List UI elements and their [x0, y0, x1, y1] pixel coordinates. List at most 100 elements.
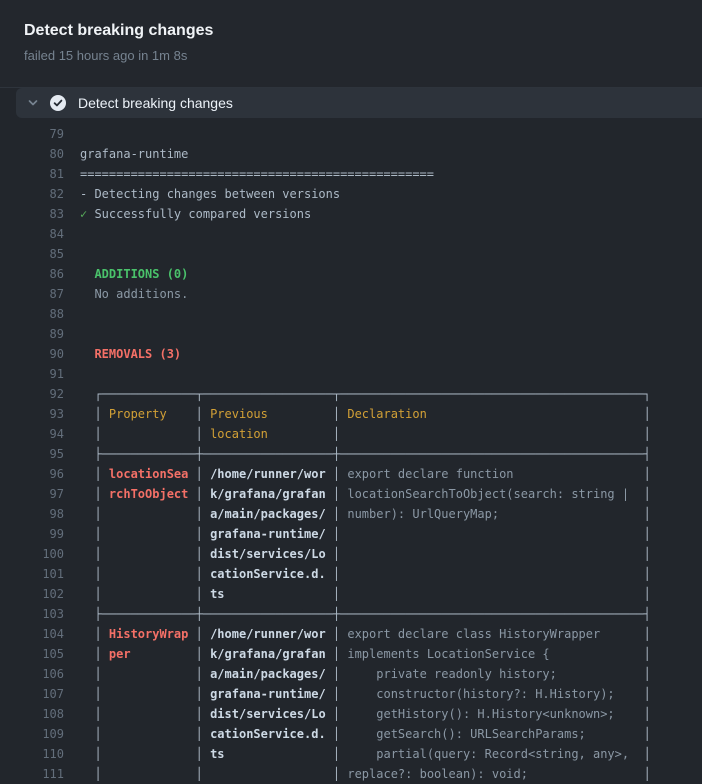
line-content: │ per │ k/grafana/grafan │ implements Lo… — [80, 644, 651, 664]
step-header[interactable]: Detect breaking changes — [16, 88, 702, 118]
line-content: ├─────────────┼──────────────────┼──────… — [80, 444, 651, 464]
log-line: 89 — [16, 324, 702, 344]
line-number[interactable]: 101 — [16, 564, 64, 584]
line-number[interactable]: 99 — [16, 524, 64, 544]
log-line: 79 — [16, 124, 702, 144]
line-number[interactable]: 83 — [16, 204, 64, 224]
log-line: 110 │ │ ts │ partial(query: Record<strin… — [16, 744, 702, 764]
line-content: No additions. — [80, 284, 188, 304]
line-number[interactable]: 105 — [16, 644, 64, 664]
line-number[interactable]: 106 — [16, 664, 64, 684]
log-line: 82 - Detecting changes between versions — [16, 184, 702, 204]
log-line: 95 ├─────────────┼──────────────────┼───… — [16, 444, 702, 464]
line-content: │ │ grafana-runtime/ │ │ — [80, 524, 651, 544]
line-number[interactable]: 97 — [16, 484, 64, 504]
line-content: │ │ │ replace?: boolean): void; │ — [80, 764, 651, 784]
line-content: │ │ dist/services/Lo │ │ — [80, 544, 651, 564]
line-content: │ │ location │ │ — [80, 424, 651, 444]
line-content: ✓ Successfully compared versions — [80, 204, 311, 224]
line-number[interactable]: 98 — [16, 504, 64, 524]
line-number[interactable]: 102 — [16, 584, 64, 604]
line-number[interactable]: 89 — [16, 324, 64, 344]
line-number[interactable]: 109 — [16, 724, 64, 744]
line-content: │ locationSea │ /home/runner/wor │ expor… — [80, 464, 651, 484]
log-viewer: 7980 grafana-runtime 81 ===================… — [0, 118, 702, 784]
log-line: 81 ======================================… — [16, 164, 702, 184]
line-number[interactable]: 90 — [16, 344, 64, 364]
log-line: 84 — [16, 224, 702, 244]
log-line: 93 │ Property │ Previous │ Declaration │ — [16, 404, 702, 424]
check-circle-icon — [50, 95, 66, 111]
line-content: REMOVALS (3) — [80, 344, 181, 364]
line-number[interactable]: 86 — [16, 264, 64, 284]
log-line: 99 │ │ grafana-runtime/ │ │ — [16, 524, 702, 544]
line-content: │ Property │ Previous │ Declaration │ — [80, 404, 651, 424]
job-header: Detect breaking changes failed 15 hours … — [0, 0, 702, 88]
line-content: │ rchToObject │ k/grafana/grafan │ locat… — [80, 484, 651, 504]
log-line: 85 — [16, 244, 702, 264]
line-number[interactable]: 93 — [16, 404, 64, 424]
line-number[interactable]: 95 — [16, 444, 64, 464]
line-number[interactable]: 91 — [16, 364, 64, 384]
line-number[interactable]: 79 — [16, 124, 64, 144]
log-line: 88 — [16, 304, 702, 324]
line-number[interactable]: 88 — [16, 304, 64, 324]
line-number[interactable]: 110 — [16, 744, 64, 764]
log-line: 86 ADDITIONS (0) — [16, 264, 702, 284]
log-line: 103 ├─────────────┼──────────────────┼──… — [16, 604, 702, 624]
line-number[interactable]: 103 — [16, 604, 64, 624]
log-line: 100 │ │ dist/services/Lo │ │ — [16, 544, 702, 564]
line-number[interactable]: 94 — [16, 424, 64, 444]
line-content: │ │ cationService.d. │ │ — [80, 564, 651, 584]
job-status-line: failed 15 hours ago in 1m 8s — [24, 48, 678, 64]
log-line: 94 │ │ location │ │ — [16, 424, 702, 444]
line-number[interactable]: 92 — [16, 384, 64, 404]
log-line: 109 │ │ cationService.d. │ getSearch(): … — [16, 724, 702, 744]
line-number[interactable]: 107 — [16, 684, 64, 704]
line-content: ├─────────────┼──────────────────┼──────… — [80, 604, 651, 624]
line-number[interactable]: 108 — [16, 704, 64, 724]
log-line: 96 │ locationSea │ /home/runner/wor │ ex… — [16, 464, 702, 484]
line-number[interactable]: 87 — [16, 284, 64, 304]
line-content: grafana-runtime — [80, 144, 188, 164]
line-number[interactable]: 111 — [16, 764, 64, 784]
line-content: │ │ ts │ │ — [80, 584, 651, 604]
line-number[interactable]: 81 — [16, 164, 64, 184]
line-number[interactable]: 84 — [16, 224, 64, 244]
line-content: │ HistoryWrap │ /home/runner/wor │ expor… — [80, 624, 651, 644]
log-line: 80 grafana-runtime — [16, 144, 702, 164]
log-line: 91 — [16, 364, 702, 384]
log-line: 107 │ │ grafana-runtime/ │ constructor(h… — [16, 684, 702, 704]
log-line: 101 │ │ cationService.d. │ │ — [16, 564, 702, 584]
line-number[interactable]: 82 — [16, 184, 64, 204]
log-line: 98 │ │ a/main/packages/ │ number): UrlQu… — [16, 504, 702, 524]
line-content: │ │ ts │ partial(query: Record<string, a… — [80, 744, 651, 764]
log-line: 97 │ rchToObject │ k/grafana/grafan │ lo… — [16, 484, 702, 504]
line-content: ┌─────────────┬──────────────────┬──────… — [80, 384, 651, 404]
line-content: │ │ grafana-runtime/ │ constructor(histo… — [80, 684, 651, 704]
line-content: │ │ cationService.d. │ getSearch(): URLS… — [80, 724, 651, 744]
log-line: 108 │ │ dist/services/Lo │ getHistory():… — [16, 704, 702, 724]
log-line: 83 ✓ Successfully compared versions — [16, 204, 702, 224]
line-content: - Detecting changes between versions — [80, 184, 340, 204]
log-line: 104 │ HistoryWrap │ /home/runner/wor │ e… — [16, 624, 702, 644]
log-line: 105 │ per │ k/grafana/grafan │ implement… — [16, 644, 702, 664]
log-line: 87 No additions. — [16, 284, 702, 304]
log-line: 106 │ │ a/main/packages/ │ private reado… — [16, 664, 702, 684]
line-number[interactable]: 104 — [16, 624, 64, 644]
line-number[interactable]: 100 — [16, 544, 64, 564]
line-content: ========================================… — [80, 164, 434, 184]
line-number[interactable]: 85 — [16, 244, 64, 264]
line-content: ADDITIONS (0) — [80, 264, 188, 284]
log-line: 92 ┌─────────────┬──────────────────┬───… — [16, 384, 702, 404]
line-content: │ │ a/main/packages/ │ number): UrlQuery… — [80, 504, 651, 524]
step-title: Detect breaking changes — [78, 95, 233, 111]
line-number[interactable]: 80 — [16, 144, 64, 164]
line-content: │ │ dist/services/Lo │ getHistory(): H.H… — [80, 704, 651, 724]
line-content: │ │ a/main/packages/ │ private readonly … — [80, 664, 651, 684]
job-title: Detect breaking changes — [24, 21, 678, 41]
log-line: 90 REMOVALS (3) — [16, 344, 702, 364]
log-line: 111 │ │ │ replace?: boolean): void; │ — [16, 764, 702, 784]
chevron-down-icon — [16, 97, 50, 109]
line-number[interactable]: 96 — [16, 464, 64, 484]
